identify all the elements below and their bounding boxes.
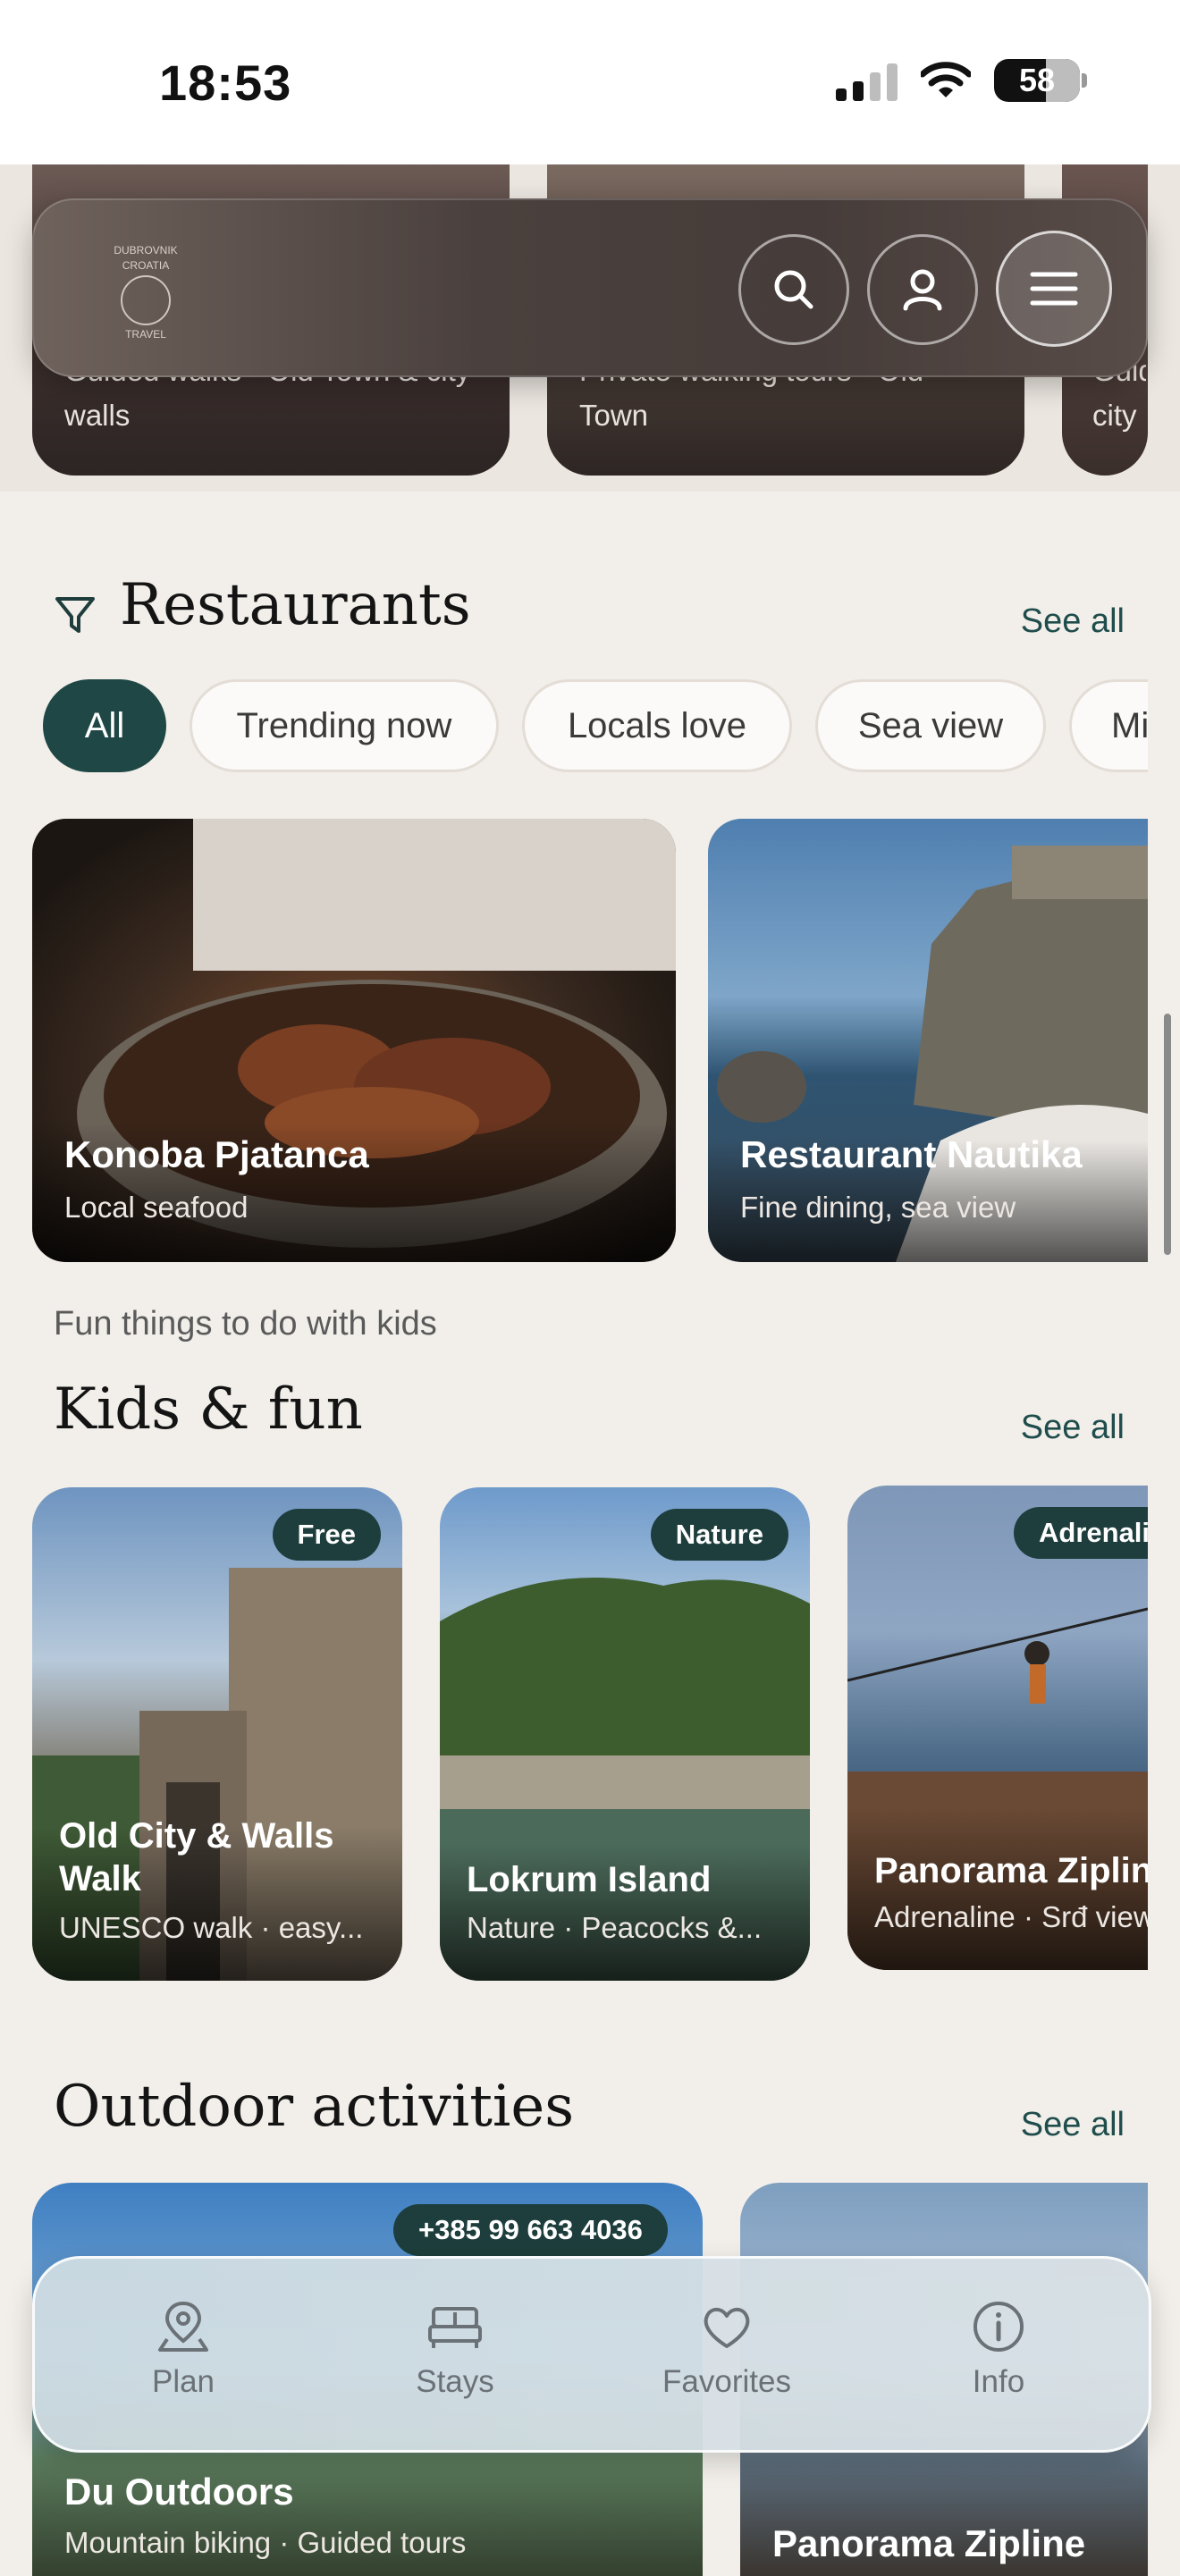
scrollbar[interactable] bbox=[1164, 1014, 1171, 1255]
kids-card-badge: Adrenalin bbox=[1014, 1507, 1148, 1559]
floating-header: DUBROVNIK CROATIA TRAVEL bbox=[32, 198, 1148, 377]
restaurant-name: Konoba Pjatanca bbox=[64, 1133, 369, 1175]
filter-icon[interactable] bbox=[54, 593, 97, 636]
kids-title: Kids & fun bbox=[54, 1376, 363, 1443]
kids-row-edge bbox=[1148, 1466, 1180, 2002]
restaurants-title: Restaurants bbox=[120, 572, 471, 638]
battery-icon: 58 bbox=[994, 59, 1087, 102]
chip-row-edge bbox=[1148, 661, 1180, 796]
kids-card-subtitle: Nature · Peacocks &... bbox=[467, 1911, 763, 1944]
status-time: 18:53 bbox=[159, 55, 292, 111]
logo-ring-icon bbox=[121, 275, 171, 325]
lokrum-island-image bbox=[440, 1578, 810, 1981]
status-bar: 18:53 58 bbox=[0, 0, 1180, 164]
kids-card-subtitle: Adrenaline · Srđ view bbox=[874, 1900, 1148, 1933]
outdoor-card-subtitle: Mountain biking · Guided tours bbox=[64, 2526, 467, 2559]
account-button[interactable] bbox=[867, 234, 978, 345]
restaurants-see-all-link[interactable]: See all bbox=[1021, 602, 1125, 641]
kids-see-all-link[interactable]: See all bbox=[1021, 1409, 1125, 1447]
bottom-navigation: Plan Stays Favorites Info bbox=[32, 2256, 1151, 2453]
filter-chip-sea-view[interactable]: Sea view bbox=[815, 679, 1046, 772]
nav-favorites[interactable]: Favorites bbox=[637, 2298, 816, 2400]
nav-stays-label: Stays bbox=[416, 2364, 494, 2399]
search-icon bbox=[774, 270, 813, 309]
hamburger-menu-icon bbox=[1030, 272, 1078, 306]
nav-info[interactable]: Info bbox=[909, 2298, 1088, 2400]
restaurant-name: Restaurant Nautika bbox=[740, 1133, 1083, 1175]
menu-button[interactable] bbox=[996, 231, 1112, 347]
brand-logo[interactable]: DUBROVNIK CROATIA TRAVEL bbox=[79, 243, 213, 343]
nav-plan[interactable]: Plan bbox=[94, 2298, 273, 2400]
outdoor-see-all-link[interactable]: See all bbox=[1021, 2106, 1125, 2144]
restaurant-card[interactable]: Restaurant Nautika Fine dining, sea view bbox=[708, 819, 1148, 1262]
info-icon bbox=[974, 2302, 1024, 2352]
wifi-icon bbox=[921, 62, 971, 97]
kids-card-subtitle: UNESCO walk · easy... bbox=[59, 1911, 364, 1944]
bed-icon bbox=[428, 2307, 482, 2348]
status-icons: 58 bbox=[836, 59, 1087, 102]
kids-card-title: Panorama Zipline bbox=[874, 1851, 1148, 1890]
outdoor-title: Outdoor activities bbox=[54, 2074, 575, 2140]
filter-chip-all[interactable]: All bbox=[43, 679, 166, 772]
outdoor-phone-badge[interactable]: +385 99 663 4036 bbox=[393, 2204, 668, 2256]
kids-card-title: Old City & Walls Walk bbox=[59, 1816, 334, 1898]
kids-card-title: Lokrum Island bbox=[467, 1860, 712, 1899]
search-button[interactable] bbox=[738, 234, 849, 345]
nav-plan-label: Plan bbox=[151, 2364, 215, 2399]
outdoor-card-title: Du Outdoors bbox=[64, 2471, 294, 2513]
restaurant-card[interactable]: Konoba Pjatanca Local seafood bbox=[32, 819, 676, 1262]
battery-level: 58 bbox=[1018, 62, 1056, 98]
logo-line: DUBROVNIK bbox=[114, 244, 178, 257]
logo-line: TRAVEL bbox=[125, 328, 166, 341]
nav-favorites-label: Favorites bbox=[662, 2364, 791, 2399]
kids-eyebrow: Fun things to do with kids bbox=[54, 1305, 437, 1343]
kids-card[interactable]: Free Old City & Walls Walk UNESCO walk ·… bbox=[32, 1487, 402, 1981]
kids-card-badge: Free bbox=[272, 1509, 381, 1561]
map-pin-icon bbox=[158, 2301, 208, 2352]
cellular-signal-icon bbox=[836, 60, 898, 101]
city-walls-image bbox=[32, 1568, 402, 1981]
kids-card[interactable]: Nature Lokrum Island Nature · Peacocks &… bbox=[440, 1487, 810, 1981]
user-icon bbox=[903, 269, 942, 311]
logo-line: CROATIA bbox=[122, 259, 170, 272]
nav-stays[interactable]: Stays bbox=[366, 2298, 544, 2400]
nav-info-label: Info bbox=[972, 2364, 1025, 2399]
filter-chip-trending[interactable]: Trending now bbox=[190, 679, 499, 772]
kids-card[interactable]: Adrenalin Panorama Zipline Adrenaline · … bbox=[847, 1486, 1148, 1970]
restaurant-subtitle: Local seafood bbox=[64, 1191, 249, 1224]
filter-chip-locals-love[interactable]: Locals love bbox=[522, 679, 792, 772]
heart-icon bbox=[704, 2307, 750, 2348]
restaurant-subtitle: Fine dining, sea view bbox=[740, 1191, 1016, 1224]
outdoor-card-title: Panorama Zipline bbox=[772, 2522, 1086, 2564]
kids-card-badge: Nature bbox=[650, 1509, 788, 1561]
